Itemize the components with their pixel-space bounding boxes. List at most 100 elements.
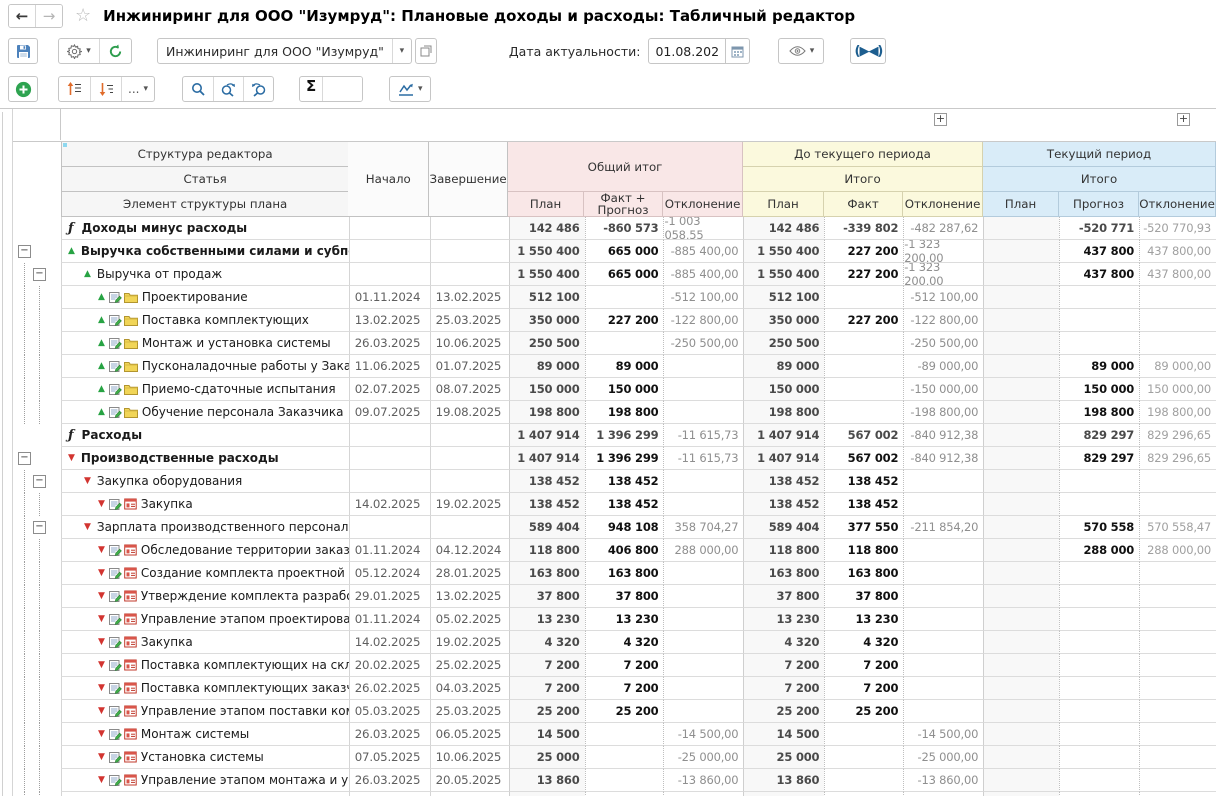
table-row[interactable]: ▲Пусконаладочные работы у Заказчика11.06… [13, 355, 1216, 378]
end-date-cell[interactable]: 13.02.2025 [430, 286, 509, 309]
group-total-label[interactable]: Общий итог [508, 142, 743, 192]
value-cell[interactable]: 14 500 [743, 723, 824, 746]
start-date-cell[interactable]: 11.06.2025 [349, 355, 430, 378]
value-cell[interactable] [1059, 608, 1139, 631]
expand-columns-button[interactable]: + [934, 113, 947, 126]
value-cell[interactable]: 250 500 [509, 332, 585, 355]
value-cell[interactable]: 4 320 [509, 631, 585, 654]
value-cell[interactable] [1139, 493, 1216, 516]
group-before-label[interactable]: До текущего периода [743, 142, 983, 167]
value-cell[interactable] [903, 493, 983, 516]
value-cell[interactable] [983, 723, 1059, 746]
value-cell[interactable] [1139, 677, 1216, 700]
value-cell[interactable]: -520 770,93 [1139, 217, 1216, 240]
value-cell[interactable] [1139, 286, 1216, 309]
value-cell[interactable]: 138 452 [509, 470, 585, 493]
back-button[interactable]: ← [9, 5, 35, 27]
value-cell[interactable] [585, 792, 664, 796]
table-row[interactable]: − ▲Выручка собственными силами и субподря… [13, 240, 1216, 263]
value-cell[interactable]: 829 296,65 [1139, 447, 1216, 470]
value-cell[interactable] [983, 332, 1059, 355]
value-cell[interactable]: 138 452 [824, 493, 903, 516]
tree-collapse-toggle[interactable]: − [18, 245, 31, 258]
value-cell[interactable]: -512 100,00 [903, 286, 983, 309]
value-cell[interactable]: 227 200 [824, 263, 903, 286]
value-cell[interactable]: 589 404 [509, 516, 585, 539]
row-name-cell[interactable]: ▼ [61, 792, 349, 796]
value-cell[interactable] [1059, 700, 1139, 723]
row-name-cell[interactable]: ▲Выручка собственными силами и субподряд [61, 240, 349, 263]
value-cell[interactable]: 1 396 299 [585, 447, 664, 470]
header-article[interactable]: Статья [61, 167, 348, 192]
value-cell[interactable]: 37 800 [824, 585, 903, 608]
value-cell[interactable] [1139, 700, 1216, 723]
value-cell[interactable]: -860 573 [585, 217, 664, 240]
row-name-cell[interactable]: ▲Поставка комплектующих [61, 309, 349, 332]
value-cell[interactable]: 25 200 [585, 700, 664, 723]
value-cell[interactable]: 198 800 [509, 401, 585, 424]
value-cell[interactable]: 437 800,00 [1139, 240, 1216, 263]
header-finish[interactable]: Завершение [429, 142, 508, 217]
value-cell[interactable]: 350 000 [743, 309, 824, 332]
value-cell[interactable] [903, 792, 983, 796]
value-cell[interactable]: -13 860,00 [663, 769, 743, 792]
value-cell[interactable] [1139, 332, 1216, 355]
value-cell[interactable] [983, 585, 1059, 608]
start-date-cell[interactable]: 26.03.2025 [349, 332, 430, 355]
value-cell[interactable]: -198 800,00 [903, 401, 983, 424]
sum-input[interactable] [322, 77, 362, 101]
value-cell[interactable]: 150 000 [743, 378, 824, 401]
start-date-cell[interactable] [349, 516, 430, 539]
value-cell[interactable] [743, 792, 824, 796]
value-cell[interactable]: 227 200 [824, 240, 903, 263]
start-date-cell[interactable]: 09.07.2025 [349, 401, 430, 424]
row-name-cell[interactable]: ▼Обследование территории заказчика [61, 539, 349, 562]
settings-button[interactable]: ▾ [59, 39, 99, 63]
value-cell[interactable]: 150 000 [585, 378, 664, 401]
value-cell[interactable] [824, 746, 903, 769]
end-date-cell[interactable]: 06.05.2025 [430, 723, 509, 746]
value-cell[interactable] [983, 700, 1059, 723]
refresh-button[interactable] [99, 39, 131, 63]
value-cell[interactable] [1059, 493, 1139, 516]
value-cell[interactable]: 1 407 914 [509, 424, 585, 447]
value-cell[interactable]: 14 500 [509, 723, 585, 746]
start-date-cell[interactable]: 26.02.2025 [349, 677, 430, 700]
start-date-cell[interactable]: 26.03.2025 [349, 769, 430, 792]
col-current-deviation[interactable]: Отклонение [1139, 192, 1216, 217]
value-cell[interactable] [983, 493, 1059, 516]
value-cell[interactable]: 227 200 [824, 309, 903, 332]
row-name-cell[interactable]: ▲Пусконаладочные работы у Заказчика [61, 355, 349, 378]
tree-collapse-toggle[interactable]: − [33, 268, 46, 281]
value-cell[interactable]: 437 800,00 [1139, 263, 1216, 286]
value-cell[interactable]: 13 230 [585, 608, 664, 631]
value-cell[interactable]: 37 800 [509, 585, 585, 608]
move-down-button[interactable] [90, 77, 121, 101]
end-date-cell[interactable]: 10.06.2025 [430, 332, 509, 355]
end-date-cell[interactable] [430, 447, 509, 470]
start-date-cell[interactable]: 20.02.2025 [349, 654, 430, 677]
table-row[interactable]: ƒДоходы минус расходы142 486-860 573-1 0… [13, 217, 1216, 240]
value-cell[interactable] [824, 378, 903, 401]
value-cell[interactable] [1059, 769, 1139, 792]
value-cell[interactable]: -25 000,00 [903, 746, 983, 769]
value-cell[interactable] [663, 378, 743, 401]
value-cell[interactable]: -1 323 200,00 [903, 240, 983, 263]
value-cell[interactable] [824, 332, 903, 355]
value-cell[interactable]: 13 860 [509, 769, 585, 792]
value-cell[interactable] [663, 677, 743, 700]
value-cell[interactable] [983, 792, 1059, 796]
value-cell[interactable] [663, 654, 743, 677]
value-cell[interactable] [983, 539, 1059, 562]
value-cell[interactable]: 288 000,00 [1139, 539, 1216, 562]
value-cell[interactable]: 89 000 [743, 355, 824, 378]
value-cell[interactable] [903, 470, 983, 493]
value-cell[interactable]: 512 100 [743, 286, 824, 309]
value-cell[interactable] [585, 723, 664, 746]
value-cell[interactable]: -11 615,73 [663, 424, 743, 447]
value-cell[interactable] [903, 585, 983, 608]
header-start[interactable]: Начало [348, 142, 429, 217]
value-cell[interactable]: 138 452 [743, 470, 824, 493]
value-cell[interactable] [983, 401, 1059, 424]
value-cell[interactable]: 118 800 [824, 539, 903, 562]
